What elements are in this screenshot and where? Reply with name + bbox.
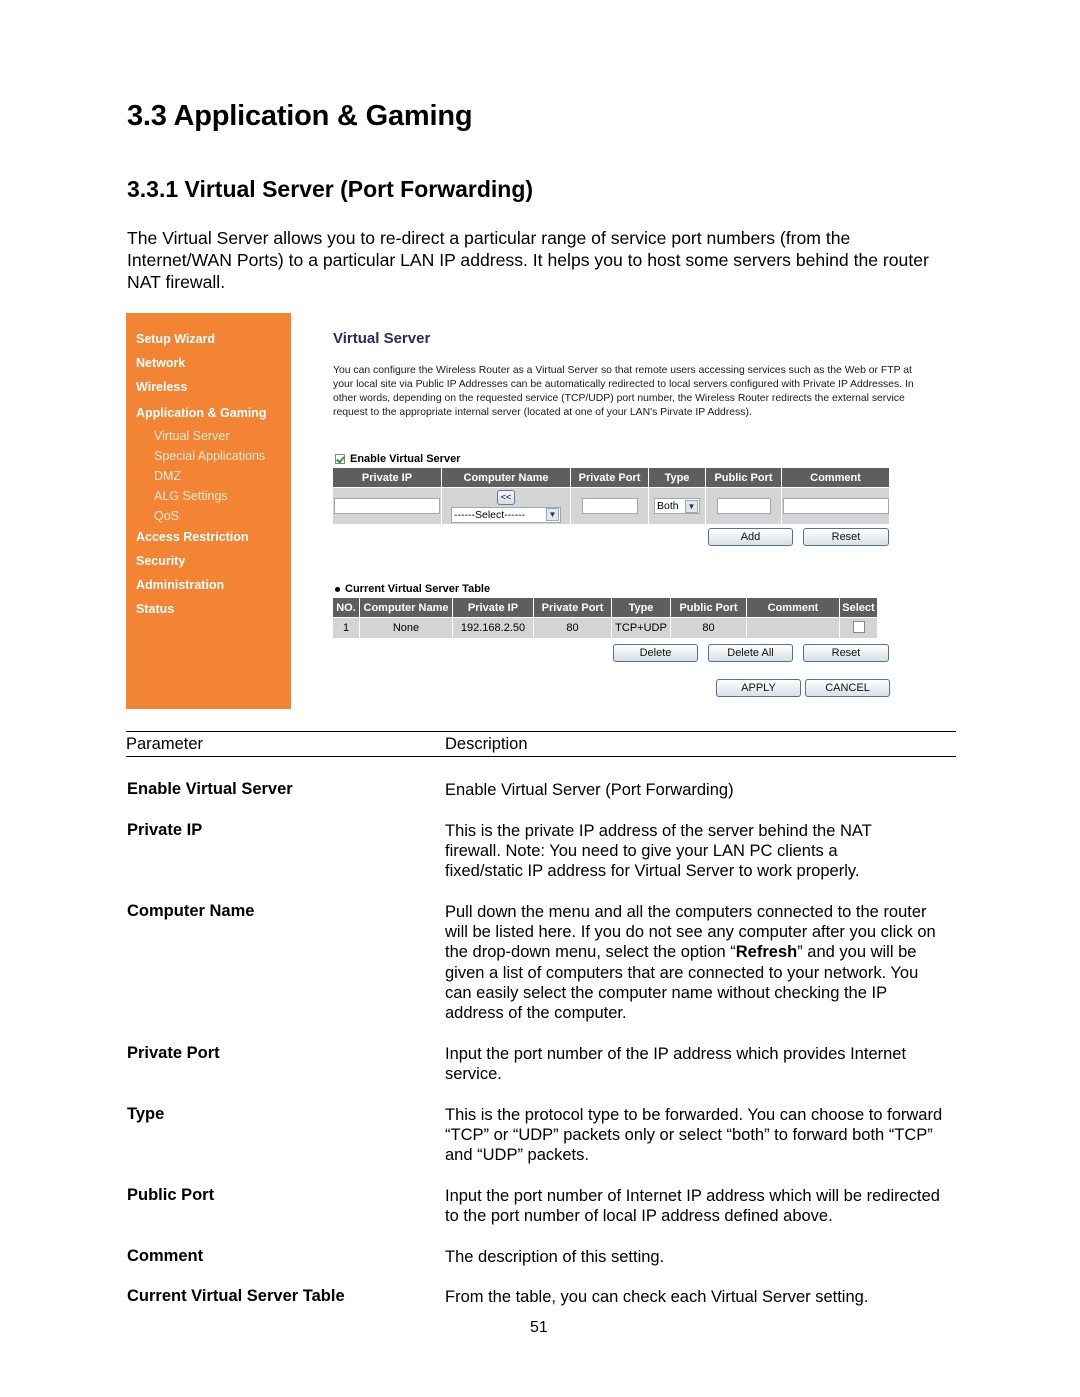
row-select-checkbox[interactable] [852,620,865,633]
form-header-private-port: Private Port [571,468,648,487]
cell-no: 1 [333,618,359,638]
param-desc: Pull down the menu and all the computers… [445,902,945,1023]
enable-virtual-server-label: Enable Virtual Server [350,453,461,465]
param-header: Parameter [126,735,204,753]
param-name: Current Virtual Server Table [127,1287,345,1305]
param-name: Comment [127,1247,204,1265]
enable-virtual-server-checkbox[interactable] [335,454,345,464]
current-virtual-server-table: NO. Computer Name Private IP Private Por… [332,597,878,639]
sidebar-item-setup-wizard[interactable]: Setup Wizard [136,332,215,346]
table-header-computer-name: Computer Name [360,598,452,617]
computer-name-select[interactable]: ------Select------ ▼ [451,506,561,523]
sidebar-item-application-gaming[interactable]: Application & Gaming [136,406,267,420]
current-table-title: Current Virtual Server Table [345,583,491,595]
param-name: Enable Virtual Server [127,780,293,798]
table-header-comment: Comment [747,598,839,617]
param-desc: This is the protocol type to be forwarde… [445,1106,943,1165]
param-name: Private IP [127,821,203,839]
table-top-rule [126,731,956,732]
desc-header: Description [445,735,528,753]
router-ui-screenshot: Setup Wizard Network Wireless Applicatio… [126,313,914,709]
public-port-input[interactable] [716,498,771,514]
enable-virtual-server-row: Enable Virtual Server [335,453,460,465]
form-header-computer-name: Computer Name [442,468,570,487]
param-desc: Input the port number of Internet IP add… [445,1187,940,1226]
form-header-comment: Comment [782,468,889,487]
private-ip-input[interactable] [334,498,440,514]
table-header-private-port: Private Port [534,598,611,617]
table-header-public-port: Public Port [671,598,746,617]
form-header-private-ip: Private IP [333,468,441,487]
table-reset-button[interactable]: Reset [803,644,889,662]
cell-private-ip: 192.168.2.50 [453,618,533,638]
param-desc: The description of this setting. [445,1248,665,1266]
current-table-title-row: Current Virtual Server Table [335,583,490,595]
param-desc: This is the private IP address of the se… [445,822,872,881]
subsection-title: 3.3.1 Virtual Server (Port Forwarding) [127,176,534,202]
sidebar-subitem-dmz[interactable]: DMZ [154,469,181,483]
param-desc-bold: Refresh [735,943,798,962]
virtual-server-description: You can configure the Wireless Router as… [333,365,914,418]
sidebar-item-access-restriction[interactable]: Access Restriction [136,530,249,544]
chevron-down-icon: ▼ [685,499,698,513]
form-header-public-port: Public Port [706,468,781,487]
intro-paragraph: The Virtual Server allows you to re-dire… [127,228,929,292]
type-select-value: Both [657,500,679,512]
form-header-type: Type [649,468,705,487]
section-title: 3.3 Application & Gaming [127,100,473,132]
table-header-type: Type [612,598,670,617]
type-select[interactable]: Both ▼ [654,498,700,514]
cell-comment [747,618,839,638]
copy-computer-button[interactable]: << [497,489,515,505]
table-header-select: Select [840,598,877,617]
sidebar-nav: Setup Wizard Network Wireless Applicatio… [126,313,291,709]
sidebar-subitem-virtual-server[interactable]: Virtual Server [154,429,230,443]
param-name: Type [127,1105,165,1123]
virtual-server-title: Virtual Server [333,330,431,347]
param-name: Public Port [127,1186,215,1204]
sidebar-subitem-special-applications[interactable]: Special Applications [154,449,265,463]
comment-input[interactable] [782,498,889,514]
apply-button[interactable]: APPLY [716,679,801,697]
param-name: Computer Name [127,902,255,920]
delete-button[interactable]: Delete [613,644,698,662]
sidebar-item-security[interactable]: Security [136,554,185,568]
table-header-no: NO. [333,598,359,617]
sidebar-subitem-alg-settings[interactable]: ALG Settings [154,489,228,503]
sidebar-item-status[interactable]: Status [136,602,174,616]
cell-type: TCP+UDP [612,618,670,638]
page-number: 51 [530,1319,548,1336]
delete-all-button[interactable]: Delete All [708,644,793,662]
bullet-icon [335,586,340,592]
cell-computer-name: None [360,618,452,638]
sidebar-subitem-qos[interactable]: QoS [154,509,179,523]
chevron-down-icon: ▼ [546,508,559,521]
cell-public-port: 80 [671,618,746,638]
cancel-button[interactable]: CANCEL [805,679,890,697]
table-row: 1 None 192.168.2.50 80 TCP+UDP 80 [333,618,877,638]
param-desc: Input the port number of the IP address … [445,1045,907,1084]
computer-name-select-value: ------Select------ [454,508,526,521]
param-desc: From the table, you can check each Virtu… [445,1288,869,1306]
sidebar-item-administration[interactable]: Administration [136,578,224,592]
cell-private-port: 80 [534,618,611,638]
param-desc: Enable Virtual Server (Port Forwarding) [445,781,734,799]
param-name: Private Port [127,1044,220,1062]
form-reset-button[interactable]: Reset [803,528,889,546]
private-port-input[interactable] [581,498,638,514]
add-button[interactable]: Add [708,528,793,546]
sidebar-item-wireless[interactable]: Wireless [136,380,187,394]
table-header-rule [126,756,956,757]
table-header-private-ip: Private IP [453,598,533,617]
virtual-server-form-table: Private IP Computer Name Private Port Ty… [332,467,890,525]
sidebar-item-network[interactable]: Network [136,356,185,370]
